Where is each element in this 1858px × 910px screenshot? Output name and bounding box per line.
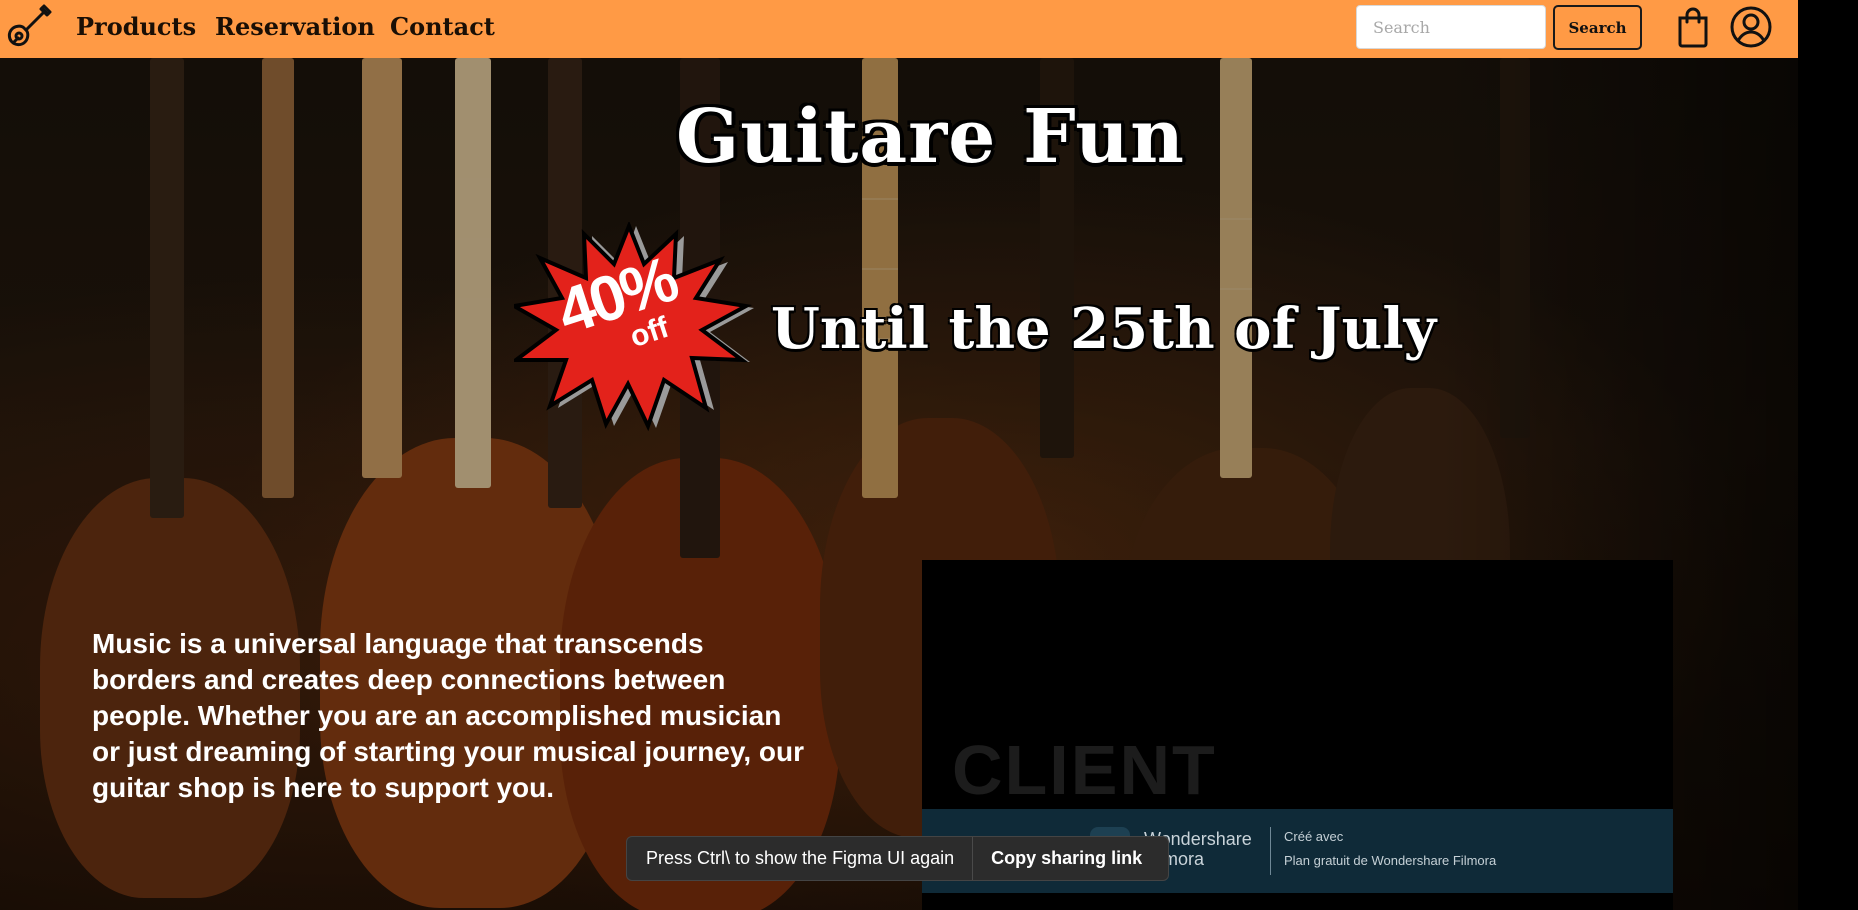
shopping-bag-icon[interactable] bbox=[1676, 6, 1710, 48]
guitar-logo-icon[interactable] bbox=[2, 2, 54, 54]
top-nav-bar: Products Reservation Contact Search bbox=[0, 0, 1798, 58]
right-edge-strip bbox=[1798, 0, 1858, 910]
promo-text: Until the 25th of July bbox=[771, 296, 1437, 362]
watermark-plan-text: Plan gratuit de Wondershare Filmora bbox=[1284, 853, 1497, 868]
copy-sharing-link-button[interactable]: Copy sharing link bbox=[973, 848, 1160, 869]
search-button[interactable]: Search bbox=[1553, 5, 1642, 50]
nav-link-products[interactable]: Products bbox=[76, 12, 196, 41]
search-input[interactable] bbox=[1356, 5, 1546, 49]
hero-title: Guitare Fun bbox=[676, 94, 1185, 180]
figma-ui-toast: Press Ctrl\ to show the Figma UI again C… bbox=[626, 836, 1169, 881]
intro-paragraph: Music is a universal language that trans… bbox=[92, 628, 805, 803]
user-account-icon[interactable] bbox=[1730, 6, 1772, 48]
watermark-divider bbox=[1270, 827, 1271, 875]
nav-link-contact[interactable]: Contact bbox=[390, 12, 495, 41]
video-overlay-text: CLIENT bbox=[952, 731, 1217, 809]
watermark-created-text: Créé avec bbox=[1284, 829, 1344, 844]
nav-link-reservation[interactable]: Reservation bbox=[215, 12, 375, 41]
toast-message: Press Ctrl\ to show the Figma UI again bbox=[646, 848, 955, 868]
